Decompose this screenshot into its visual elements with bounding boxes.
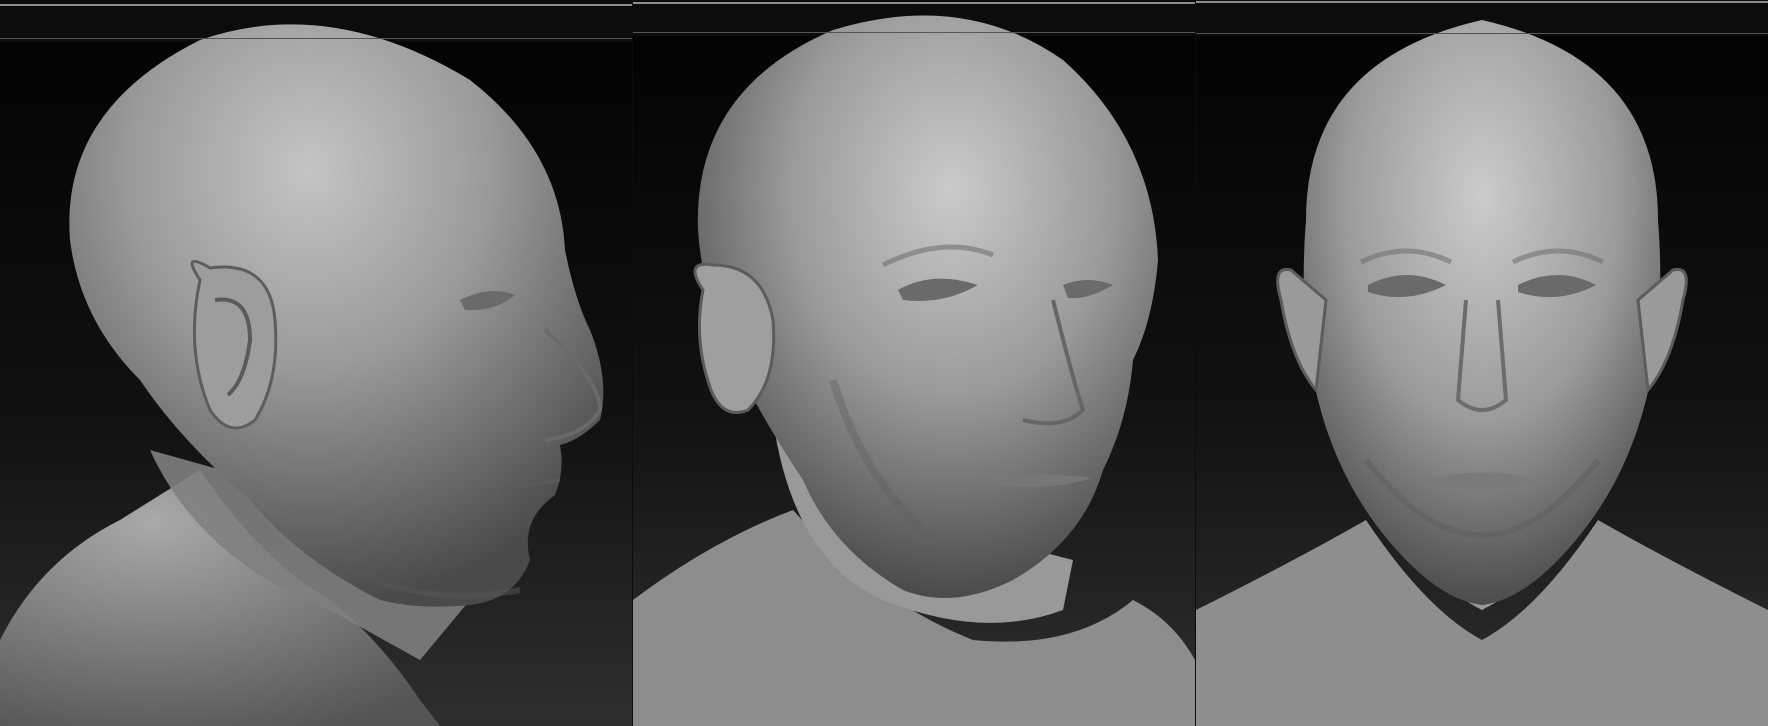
panel-front-view	[1196, 0, 1768, 726]
sculpt-render-strip	[0, 0, 1768, 726]
head-front-icon	[1196, 20, 1768, 726]
frame-line-top	[1196, 1, 1768, 3]
frame-line-secondary	[1196, 33, 1768, 34]
head-profile-icon	[0, 24, 632, 726]
frame-line-secondary	[633, 32, 1195, 33]
frame-line-top	[633, 2, 1195, 4]
frame-line-secondary	[0, 38, 632, 39]
panel-three-quarter-view	[633, 0, 1195, 726]
panel-profile-view	[0, 0, 632, 726]
frame-line-top	[0, 4, 632, 6]
head-three-quarter-icon	[633, 15, 1195, 726]
